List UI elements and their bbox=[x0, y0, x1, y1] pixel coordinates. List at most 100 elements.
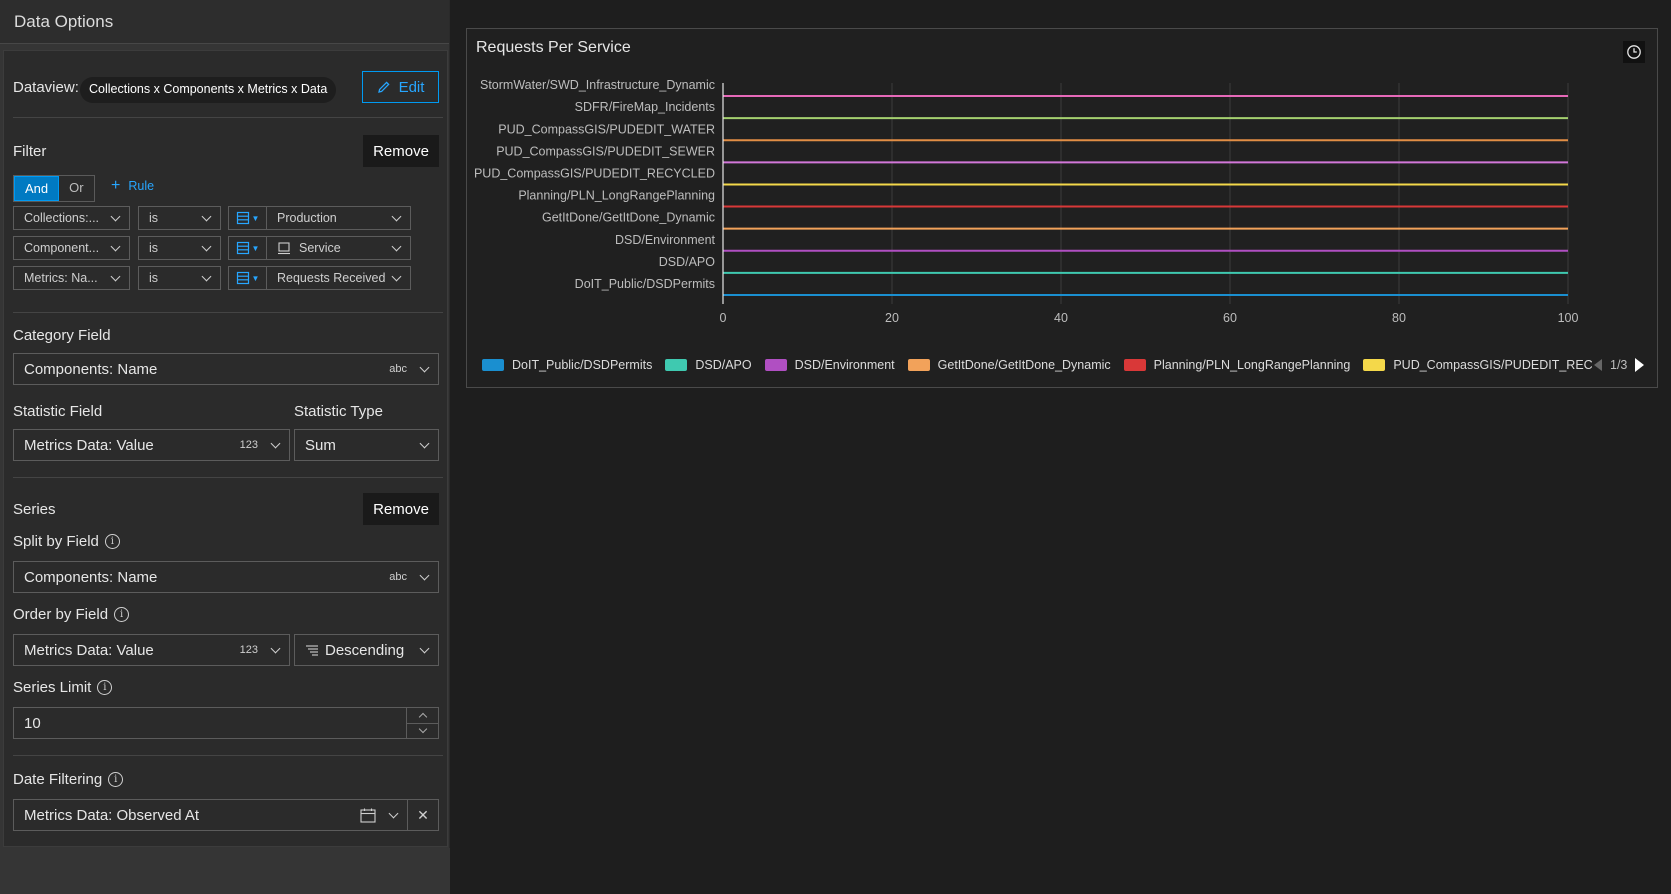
field-type-dropdown[interactable]: ▼ bbox=[229, 207, 267, 229]
chevron-down-icon bbox=[391, 241, 402, 251]
split-by-field-select[interactable]: Components: Name abc bbox=[13, 561, 439, 593]
or-option[interactable]: Or bbox=[59, 176, 93, 201]
chart-plot: 0 20 40 60 80 100 StormWater/SWD_Infrastructur… bbox=[474, 78, 1579, 325]
and-or-toggle: And Or bbox=[13, 175, 95, 202]
decrement-button[interactable] bbox=[407, 722, 438, 739]
legend-pager: 1/3 bbox=[1594, 358, 1645, 372]
y-category-label: DSD/Environment bbox=[615, 233, 716, 247]
rule-value-select-1[interactable]: ▼ Production bbox=[228, 206, 411, 230]
calendar-icon bbox=[360, 808, 376, 823]
field-type-dropdown[interactable]: ▼ bbox=[229, 267, 267, 289]
category-field-select[interactable]: Components: Name abc bbox=[13, 353, 439, 385]
clock-icon bbox=[1627, 45, 1641, 59]
chevron-down-icon bbox=[391, 271, 402, 281]
info-icon[interactable]: i bbox=[114, 607, 130, 622]
chart-legend: DoIT_Public/DSDPermits DSD/APO DSD/Environ… bbox=[482, 358, 1592, 374]
legend-label: Planning/PLN_LongRangePlanning bbox=[1153, 358, 1351, 372]
remove-series-button[interactable]: Remove bbox=[363, 493, 439, 525]
and-option[interactable]: And bbox=[14, 176, 60, 201]
statistic-field-value: Metrics Data: Value bbox=[24, 436, 154, 454]
order-by-field-select[interactable]: Metrics Data: Value 123 bbox=[13, 634, 290, 666]
legend-label: PUD_CompassGIS/PUDEDIT_RECYCLED bbox=[1393, 358, 1592, 372]
info-icon[interactable]: i bbox=[104, 534, 120, 549]
x-tick-label: 100 bbox=[1558, 311, 1579, 325]
statistic-type-select[interactable]: Sum bbox=[294, 429, 439, 461]
divider bbox=[13, 312, 443, 313]
chevron-down-icon bbox=[110, 241, 121, 251]
chart-history-button[interactable] bbox=[1623, 41, 1645, 63]
legend-item[interactable]: DoIT_Public/DSDPermits bbox=[482, 358, 652, 372]
legend-swatch bbox=[482, 359, 504, 371]
chevron-down-icon bbox=[419, 643, 430, 653]
legend-label: DSD/Environment bbox=[794, 358, 895, 372]
rule-value-select-3[interactable]: ▼ Requests Received bbox=[228, 266, 411, 290]
rule-field-select-2[interactable]: Component... bbox=[13, 236, 130, 260]
increment-button[interactable] bbox=[407, 708, 438, 723]
split-by-field-label: Split by Field bbox=[13, 533, 99, 550]
statistic-type-label: Statistic Type bbox=[294, 403, 383, 420]
rule-field-select-1[interactable]: Collections:... bbox=[13, 206, 130, 230]
date-filtering-value: Metrics Data: Observed At bbox=[24, 806, 200, 824]
legend-prev-icon[interactable] bbox=[1594, 359, 1602, 371]
series-limit-stepper bbox=[406, 708, 438, 738]
add-rule-label: Rule bbox=[128, 179, 155, 193]
order-direction-select[interactable]: Descending bbox=[294, 634, 439, 666]
rule-value-text: Service bbox=[299, 241, 341, 255]
field-type-dropdown[interactable]: ▼ bbox=[229, 237, 267, 259]
chevron-down-icon bbox=[391, 211, 402, 221]
y-category-label: SDFR/FireMap_Incidents bbox=[575, 100, 715, 114]
date-filtering-label: Date Filtering bbox=[13, 771, 103, 788]
string-type-icon: abc bbox=[389, 571, 407, 583]
legend-next-icon[interactable] bbox=[1635, 358, 1645, 372]
close-icon: ✕ bbox=[417, 806, 429, 823]
rule-operator-select-2[interactable]: is bbox=[138, 236, 221, 260]
chevron-down-icon bbox=[418, 725, 427, 734]
rule-value-select-2[interactable]: ▼ Service bbox=[228, 236, 411, 260]
series-limit-label: Series Limit bbox=[13, 679, 92, 696]
statistic-field-select[interactable]: Metrics Data: Value 123 bbox=[13, 429, 290, 461]
database-icon bbox=[236, 271, 249, 285]
legend-swatch bbox=[764, 359, 787, 371]
split-by-field-heading: Split by Field i bbox=[13, 533, 120, 550]
rule-operator-select-3[interactable]: is bbox=[138, 266, 221, 290]
add-rule-button[interactable]: + Rule bbox=[111, 177, 155, 194]
y-category-label: GetItDone/GetItDone_Dynamic bbox=[542, 211, 715, 225]
rule-operator-select-1[interactable]: is bbox=[138, 206, 221, 230]
clear-date-button[interactable]: ✕ bbox=[407, 799, 439, 831]
chevron-down-icon bbox=[110, 271, 121, 281]
edit-dataview-button[interactable]: Edit bbox=[362, 71, 439, 103]
chart-title: Requests Per Service bbox=[476, 39, 631, 56]
data-options-panel: Data Options Dataview: Collections x Com… bbox=[0, 0, 450, 894]
remove-filter-button[interactable]: Remove bbox=[363, 135, 439, 167]
divider bbox=[13, 755, 443, 756]
legend-page-indicator: 1/3 bbox=[1610, 358, 1628, 372]
y-category-label: Planning/PLN_LongRangePlanning bbox=[518, 189, 715, 203]
y-category-label: PUD_CompassGIS/PUDEDIT_WATER bbox=[498, 122, 715, 136]
chevron-down-icon bbox=[419, 570, 430, 580]
chevron-down-icon bbox=[110, 211, 121, 221]
dataview-label: Dataview: bbox=[13, 79, 79, 96]
x-tick-label: 20 bbox=[885, 311, 899, 325]
plus-icon: + bbox=[111, 177, 121, 194]
legend-item[interactable]: Planning/PLN_LongRangePlanning bbox=[1123, 358, 1351, 372]
date-filtering-select[interactable]: Metrics Data: Observed At bbox=[13, 799, 407, 831]
legend-item[interactable]: PUD_CompassGIS/PUDEDIT_RECYCLED bbox=[1363, 358, 1592, 372]
legend-swatch bbox=[665, 359, 688, 371]
y-category-label: PUD_CompassGIS/PUDEDIT_SEWER bbox=[496, 144, 715, 158]
rule-field-select-3[interactable]: Metrics: Na... bbox=[13, 266, 130, 290]
chevron-down-icon bbox=[419, 438, 430, 448]
divider bbox=[13, 117, 443, 118]
caret-down-icon: ▼ bbox=[251, 243, 260, 253]
rule-value-text: Requests Received bbox=[277, 271, 386, 285]
info-icon[interactable]: i bbox=[97, 680, 113, 695]
legend-item[interactable]: GetItDone/GetItDone_Dynamic bbox=[907, 358, 1111, 372]
chevron-down-icon bbox=[201, 271, 212, 281]
legend-item[interactable]: DSD/Environment bbox=[764, 358, 895, 372]
series-limit-input[interactable]: 10 bbox=[13, 707, 439, 739]
rule-operator-value: is bbox=[149, 241, 159, 255]
category-field-value: Components: Name bbox=[24, 360, 158, 378]
series-limit-value: 10 bbox=[24, 714, 41, 732]
info-icon[interactable]: i bbox=[108, 772, 124, 787]
legend-item[interactable]: DSD/APO bbox=[665, 358, 752, 372]
panel-body: Dataview: Collections x Components x Met… bbox=[3, 50, 448, 847]
